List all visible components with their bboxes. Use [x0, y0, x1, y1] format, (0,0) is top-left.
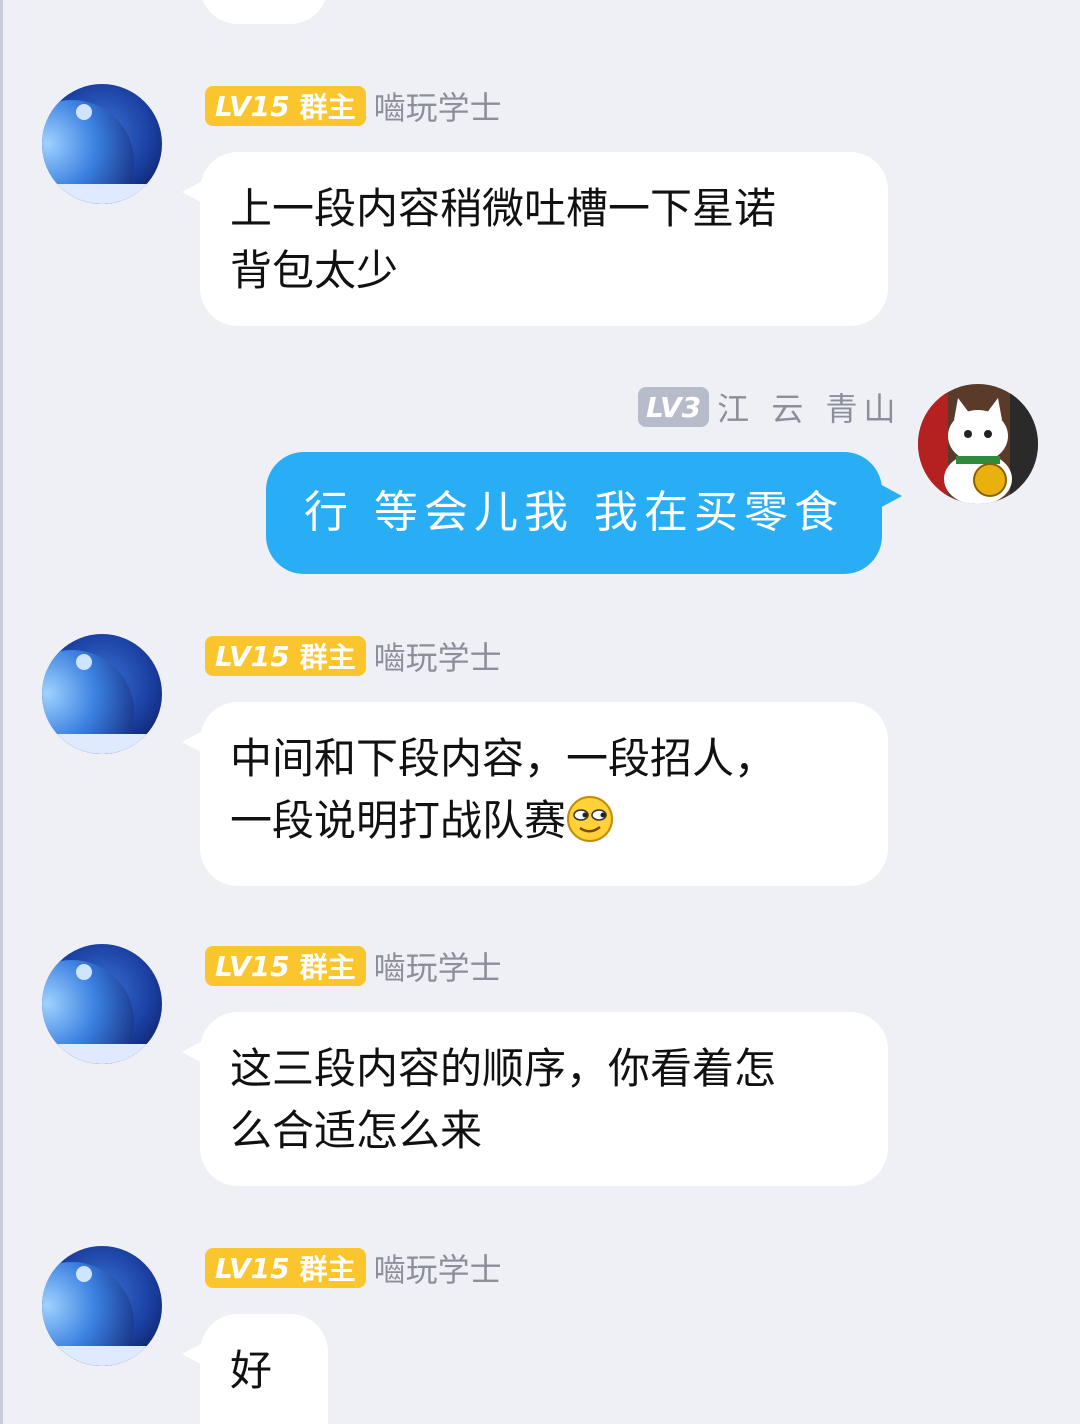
level-text: LV15	[215, 639, 290, 673]
message-line: 么合适怎么来	[230, 1106, 483, 1155]
role-text: 群主	[299, 91, 356, 124]
sender-name[interactable]: 嚙玩学士	[374, 943, 502, 989]
role-text: 群主	[299, 1253, 356, 1286]
role-text: 群主	[299, 641, 356, 674]
message-bubble[interactable]: 上一段内容稍微吐槽一下星诺 背包太少	[182, 152, 888, 326]
bubble-tail	[182, 728, 208, 756]
sender-meta: LV3 江 云 青山	[638, 385, 902, 429]
space-planet-avatar-icon	[42, 1246, 162, 1366]
left-edge-divider	[0, 0, 3, 1424]
level-badge: LV15 群主	[205, 1248, 366, 1288]
message-line: 中间和下段内容，一段招人，	[230, 734, 777, 783]
message-line-with-emoji: 一段说明打战队赛	[230, 790, 858, 852]
sender-meta: LV15 群主 嚙玩学士	[205, 84, 502, 128]
space-planet-avatar-icon	[42, 634, 162, 754]
level-badge: LV15 群主	[205, 946, 366, 986]
level-text: LV15	[215, 89, 290, 123]
avatar[interactable]	[42, 944, 162, 1064]
message-line: 背包太少	[230, 246, 399, 295]
role-text: 群主	[299, 951, 356, 984]
sender-name[interactable]: 江 云 青山	[717, 384, 901, 430]
level-badge: LV15 群主	[205, 86, 366, 126]
bubble-tail	[182, 1038, 208, 1066]
message-line: 一段说明打战队赛	[230, 796, 567, 845]
sender-meta: LV15 群主 嚙玩学士	[205, 1246, 502, 1290]
sender-name[interactable]: 嚙玩学士	[374, 633, 502, 679]
sender-meta: LV15 群主 嚙玩学士	[205, 944, 502, 988]
level-text: LV3	[646, 390, 702, 424]
space-planet-avatar-icon	[42, 84, 162, 204]
avatar[interactable]	[42, 84, 162, 204]
message-line: 好	[230, 1346, 273, 1395]
bubble-tail	[876, 482, 902, 510]
message-line: 这三段内容的顺序，你看着怎	[230, 1044, 777, 1093]
level-badge: LV15 群主	[205, 636, 366, 676]
avatar[interactable]	[918, 384, 1038, 504]
sender-name[interactable]: 嚙玩学士	[374, 83, 502, 129]
space-planet-avatar-icon	[42, 944, 162, 1064]
level-badge: LV3	[638, 387, 710, 427]
avatar[interactable]	[42, 634, 162, 754]
message-bubble[interactable]: 好	[182, 1314, 328, 1424]
lucky-cat-avatar-icon	[918, 384, 1038, 504]
bubble-tail	[182, 178, 208, 206]
message-line: 行 等会儿我 我在买零食	[304, 487, 844, 538]
smirk-emoji-icon	[566, 795, 614, 843]
message-bubble-partial	[200, 0, 328, 24]
sender-name[interactable]: 嚙玩学士	[374, 1245, 502, 1291]
level-text: LV15	[215, 1251, 290, 1285]
message-bubble-self[interactable]: 行 等会儿我 我在买零食	[266, 452, 902, 574]
avatar[interactable]	[42, 1246, 162, 1366]
message-line: 上一段内容稍微吐槽一下星诺	[230, 184, 777, 233]
level-text: LV15	[215, 949, 290, 983]
message-bubble[interactable]: 中间和下段内容，一段招人， 一段说明打战队赛	[182, 702, 888, 886]
bubble-tail	[182, 1340, 208, 1368]
message-bubble[interactable]: 这三段内容的顺序，你看着怎 么合适怎么来	[182, 1012, 888, 1186]
sender-meta: LV15 群主 嚙玩学士	[205, 634, 502, 678]
